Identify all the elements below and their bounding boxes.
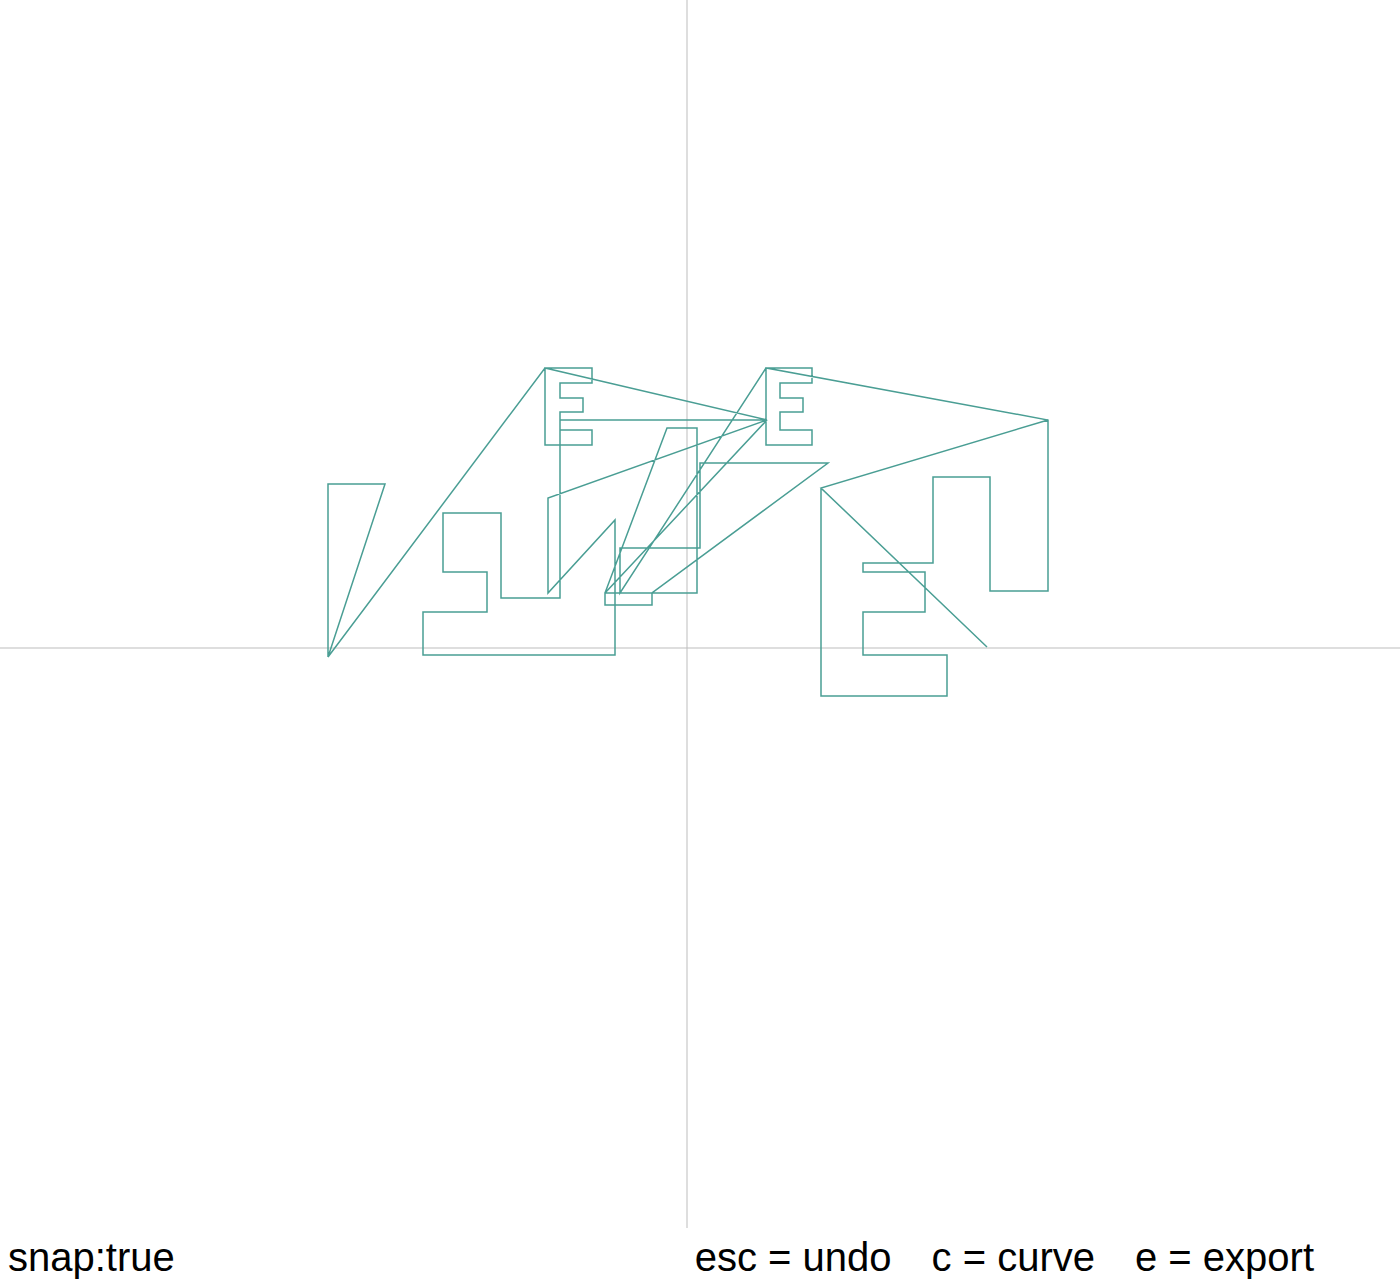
y-axis	[687, 0, 688, 1228]
status-bar: snap:true esc = undo c = curve e = export	[0, 1228, 1400, 1286]
shortcut-hint: e = export	[1135, 1233, 1314, 1281]
drawn-path[interactable]	[328, 368, 1048, 696]
snap-status: snap:true	[8, 1233, 175, 1281]
x-axis	[0, 648, 1400, 649]
shortcut-hint: c = curve	[932, 1233, 1095, 1281]
drawing-canvas[interactable]	[0, 0, 1400, 1228]
drawing-app: snap:true esc = undo c = curve e = export	[0, 0, 1400, 1286]
shortcut-list: esc = undo c = curve e = export	[695, 1233, 1314, 1281]
shortcut-hint: esc = undo	[695, 1233, 892, 1281]
